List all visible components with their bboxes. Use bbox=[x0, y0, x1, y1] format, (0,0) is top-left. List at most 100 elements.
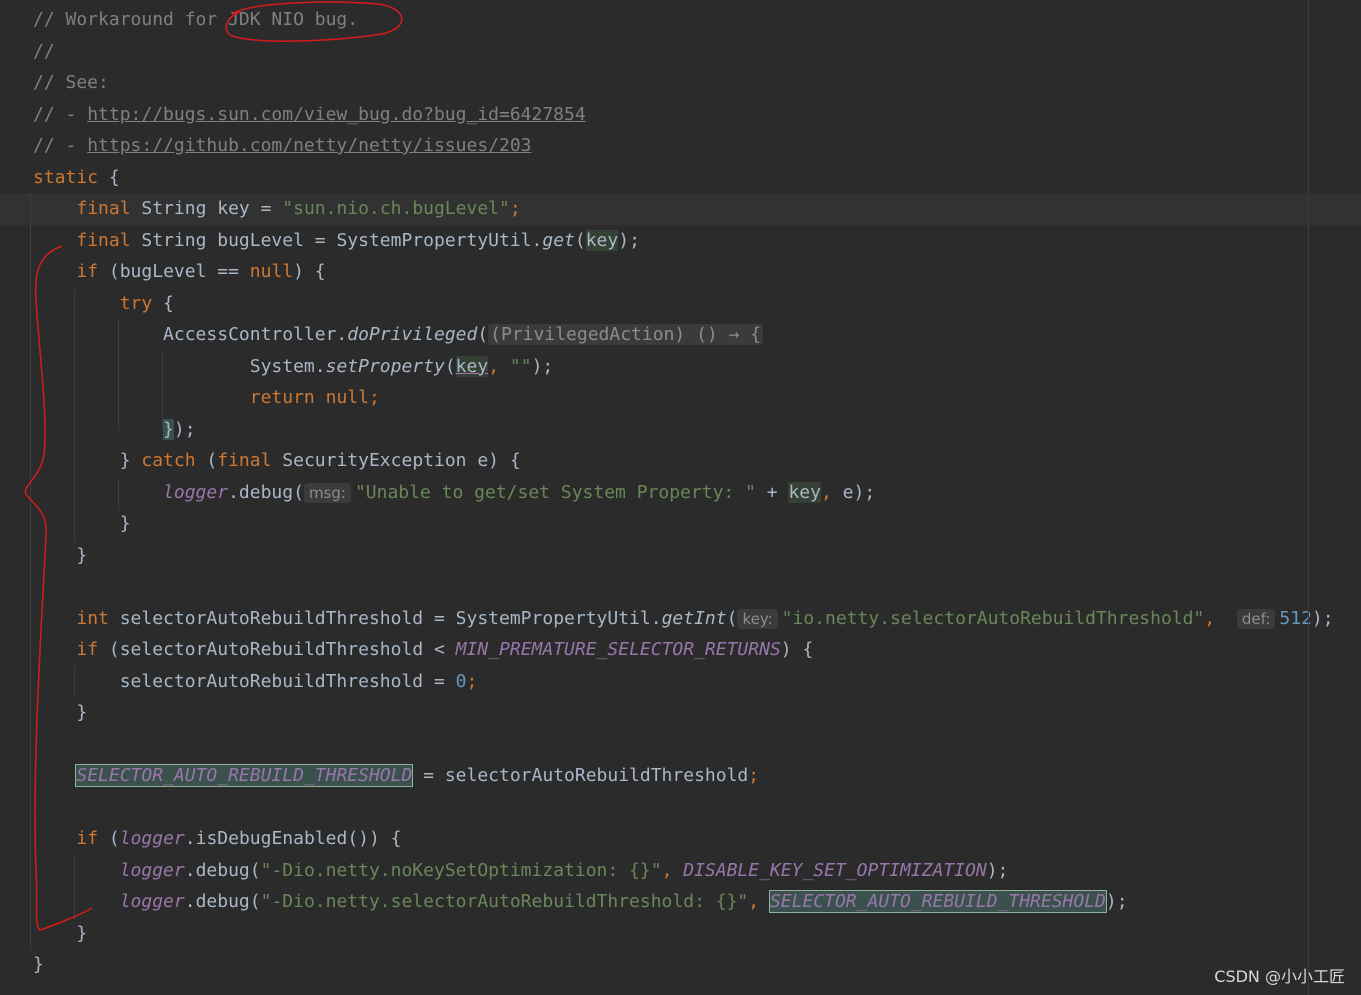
code-token[interactable]: selectorAutoRebuildThreshold = bbox=[33, 671, 456, 692]
code-token[interactable] bbox=[33, 387, 250, 408]
code-token[interactable]: if bbox=[76, 639, 98, 660]
code-line[interactable]: } bbox=[0, 949, 1361, 981]
code-line-content[interactable]: static { bbox=[33, 162, 120, 194]
code-token[interactable]: ( bbox=[477, 324, 488, 345]
code-token[interactable] bbox=[33, 230, 76, 251]
code-token[interactable] bbox=[33, 639, 76, 660]
code-line-content[interactable]: SELECTOR_AUTO_REBUILD_THRESHOLD = select… bbox=[33, 760, 759, 792]
code-line-content[interactable]: } bbox=[33, 508, 131, 540]
code-token[interactable]: key bbox=[585, 229, 619, 251]
code-token[interactable]: ( bbox=[445, 356, 456, 377]
code-token[interactable] bbox=[33, 198, 76, 219]
code-token[interactable]: logger bbox=[120, 860, 185, 881]
code-line-content[interactable]: final String bugLevel = SystemPropertyUt… bbox=[33, 225, 640, 257]
code-line[interactable]: final String bugLevel = SystemPropertyUt… bbox=[0, 225, 1361, 257]
code-token[interactable]: , bbox=[821, 482, 843, 503]
code-token[interactable]: } bbox=[33, 450, 141, 471]
code-token[interactable]: SELECTOR_AUTO_REBUILD_THRESHOLD bbox=[768, 890, 1107, 913]
code-token[interactable]: ( bbox=[727, 608, 738, 629]
code-token[interactable]: , bbox=[662, 860, 684, 881]
code-token[interactable]: ; bbox=[510, 198, 521, 219]
code-token[interactable]: "" bbox=[510, 356, 532, 377]
code-token[interactable]: logger bbox=[120, 828, 185, 849]
code-line-content[interactable]: selectorAutoRebuildThreshold = 0; bbox=[33, 666, 478, 698]
code-line-content[interactable]: if (selectorAutoRebuildThreshold < MIN_P… bbox=[33, 634, 813, 666]
code-line[interactable]: int selectorAutoRebuildThreshold = Syste… bbox=[0, 603, 1361, 635]
code-token[interactable]: ); bbox=[174, 419, 196, 440]
code-token[interactable]: null bbox=[326, 387, 369, 408]
code-token[interactable]: { bbox=[152, 293, 174, 314]
parameter-hint[interactable]: msg: bbox=[303, 482, 351, 503]
code-token[interactable]: key bbox=[455, 355, 489, 377]
code-token[interactable]: ( bbox=[575, 230, 586, 251]
code-line[interactable]: }); bbox=[0, 414, 1361, 446]
code-token[interactable]: "io.netty.selectorAutoRebuildThreshold" bbox=[782, 608, 1205, 629]
code-token[interactable]: http://bugs.sun.com/view_bug.do?bug_id=6… bbox=[87, 104, 586, 125]
code-token[interactable] bbox=[33, 608, 76, 629]
code-token[interactable]: = selectorAutoRebuildThreshold bbox=[412, 765, 748, 786]
code-line-content[interactable]: // See: bbox=[33, 67, 109, 99]
code-line[interactable]: } bbox=[0, 508, 1361, 540]
code-line[interactable]: if (logger.isDebugEnabled()) { bbox=[0, 823, 1361, 855]
code-editor[interactable]: // Workaround for JDK NIO bug. // // See: /… bbox=[0, 0, 1361, 995]
code-token[interactable]: // - bbox=[33, 135, 87, 156]
code-token[interactable]: (selectorAutoRebuildThreshold < bbox=[98, 639, 456, 660]
code-line[interactable]: } bbox=[0, 540, 1361, 572]
code-line-content[interactable]: if (bugLevel == null) { bbox=[33, 256, 326, 288]
code-token[interactable]: ) { bbox=[293, 261, 326, 282]
code-token[interactable]: 0 bbox=[456, 671, 467, 692]
code-line[interactable]: static { bbox=[0, 162, 1361, 194]
code-line[interactable]: SELECTOR_AUTO_REBUILD_THRESHOLD = select… bbox=[0, 760, 1361, 792]
code-token[interactable] bbox=[33, 293, 120, 314]
code-token[interactable]: .debug( bbox=[185, 891, 261, 912]
code-line[interactable]: selectorAutoRebuildThreshold = 0; bbox=[0, 666, 1361, 698]
code-token[interactable]: System. bbox=[33, 356, 326, 377]
code-token[interactable]: , bbox=[488, 356, 510, 377]
code-line-content[interactable]: if (logger.isDebugEnabled()) { bbox=[33, 823, 402, 855]
code-line-content[interactable]: System.setProperty(key, ""); bbox=[33, 351, 553, 383]
code-token[interactable]: } bbox=[33, 513, 131, 534]
code-token[interactable]: try bbox=[120, 293, 153, 314]
code-token[interactable]: MIN_PREMATURE_SELECTOR_RETURNS bbox=[456, 639, 781, 660]
code-token[interactable]: SecurityException e) { bbox=[271, 450, 520, 471]
code-line[interactable]: try { bbox=[0, 288, 1361, 320]
code-line[interactable]: System.setProperty(key, ""); bbox=[0, 351, 1361, 383]
code-token[interactable]: if bbox=[76, 828, 98, 849]
code-token[interactable]: = bbox=[250, 198, 283, 219]
code-line-content[interactable]: // - https://github.com/netty/netty/issu… bbox=[33, 130, 532, 162]
code-token[interactable]: ); bbox=[1312, 608, 1334, 629]
code-token[interactable]: .isDebugEnabled()) { bbox=[185, 828, 402, 849]
code-token[interactable]: https://github.com/netty/netty/issues/20… bbox=[87, 135, 531, 156]
code-line[interactable]: return null; bbox=[0, 382, 1361, 414]
code-token[interactable]: } bbox=[33, 702, 87, 723]
code-line-content[interactable]: final String key = "sun.nio.ch.bugLevel"… bbox=[33, 193, 521, 225]
code-line-content[interactable]: try { bbox=[33, 288, 174, 320]
code-token[interactable]: + bbox=[756, 482, 789, 503]
code-line[interactable]: logger.debug("-Dio.netty.noKeySetOptimiz… bbox=[0, 855, 1361, 887]
code-token[interactable] bbox=[33, 891, 120, 912]
code-token[interactable]: String bbox=[131, 198, 218, 219]
code-token[interactable]: "-Dio.netty.selectorAutoRebuildThreshold… bbox=[261, 891, 749, 912]
code-token[interactable]: setProperty bbox=[326, 356, 445, 377]
parameter-hint[interactable]: (PrivilegedAction) () → { bbox=[488, 324, 764, 345]
code-token[interactable]: } bbox=[33, 923, 87, 944]
code-line-content[interactable]: int selectorAutoRebuildThreshold = Syste… bbox=[33, 603, 1334, 636]
code-token[interactable]: SELECTOR_AUTO_REBUILD_THRESHOLD bbox=[75, 764, 414, 787]
code-line[interactable]: // - https://github.com/netty/netty/issu… bbox=[0, 130, 1361, 162]
code-token[interactable]: String bugLevel = SystemPropertyUtil. bbox=[131, 230, 542, 251]
code-token[interactable]: logger bbox=[120, 891, 185, 912]
code-token[interactable] bbox=[33, 828, 76, 849]
code-line-content[interactable]: // Workaround for JDK NIO bug. bbox=[33, 4, 358, 36]
code-token[interactable]: e); bbox=[843, 482, 876, 503]
code-token[interactable]: // Workaround for JDK NIO bug. bbox=[33, 9, 358, 30]
code-line[interactable] bbox=[0, 571, 1361, 603]
code-line[interactable]: } bbox=[0, 697, 1361, 729]
code-line[interactable]: // - http://bugs.sun.com/view_bug.do?bug… bbox=[0, 99, 1361, 131]
code-token[interactable]: // - bbox=[33, 104, 87, 125]
code-token[interactable] bbox=[33, 261, 76, 282]
code-token[interactable]: .debug( bbox=[185, 860, 261, 881]
code-line[interactable] bbox=[0, 729, 1361, 761]
code-token[interactable]: selectorAutoRebuildThreshold = SystemPro… bbox=[109, 608, 662, 629]
code-token[interactable]: , bbox=[1204, 608, 1237, 629]
code-line-content[interactable]: logger.debug("-Dio.netty.noKeySetOptimiz… bbox=[33, 855, 1009, 887]
